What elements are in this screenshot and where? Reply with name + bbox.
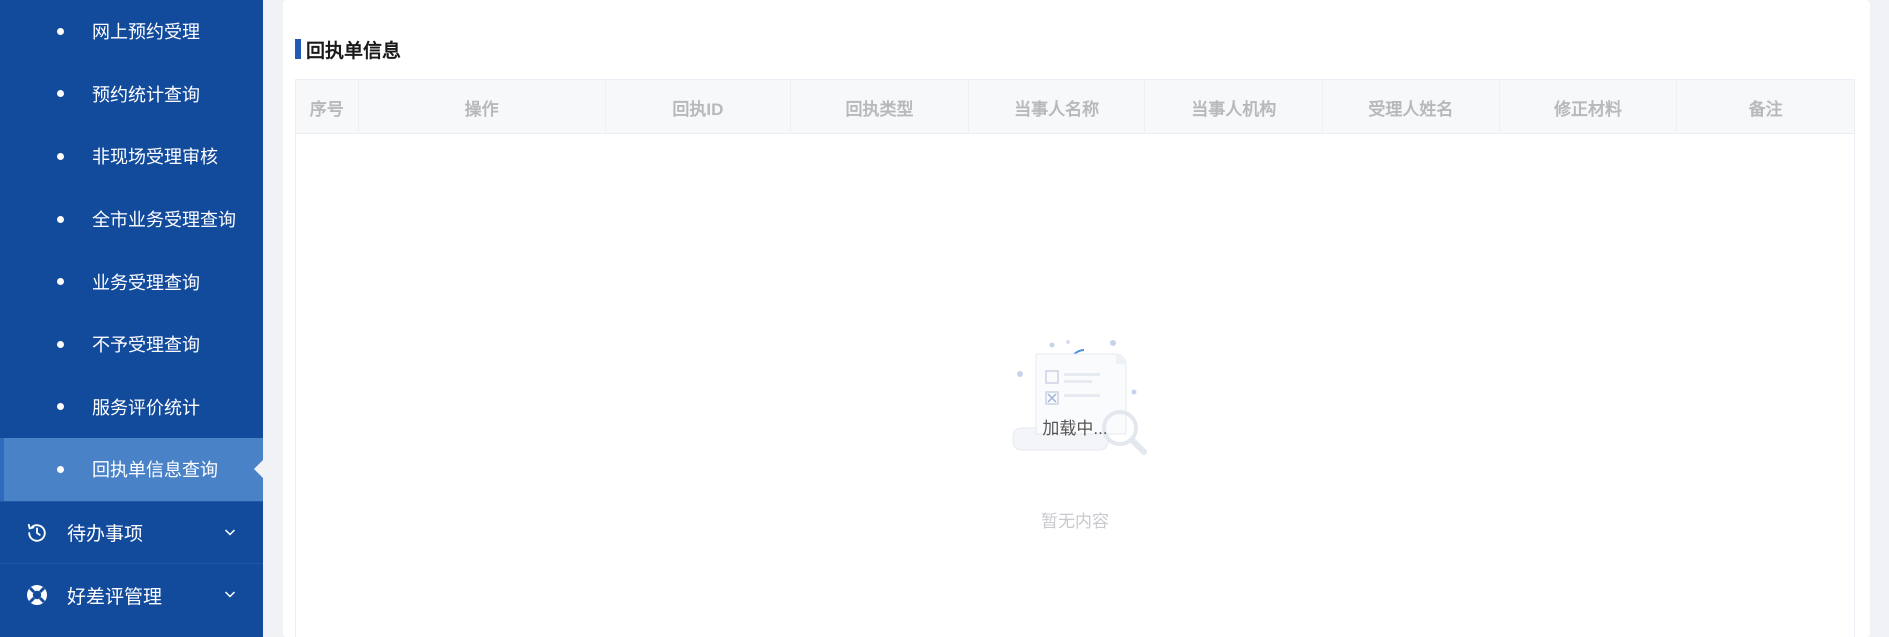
column-header-actions[interactable]: 操作: [359, 80, 606, 134]
sidebar-item-label: 全市业务受理查询: [92, 210, 236, 231]
clock-history-icon: [25, 521, 49, 545]
sidebar-item-label: 非现场受理审核: [92, 147, 218, 168]
active-indicator-caret: [254, 460, 263, 479]
bullet-dot: [57, 403, 64, 411]
sidebar: 网上预约受理 预约统计查询 非现场受理审核 全市业务受理查询 业务受理查询 不予…: [0, 0, 263, 637]
sidebar-item-label: 业务受理查询: [92, 272, 200, 293]
app-root: 网上预约受理 预约统计查询 非现场受理审核 全市业务受理查询 业务受理查询 不予…: [0, 0, 1889, 637]
sidebar-menu-rating-manage[interactable]: 好差评管理: [0, 563, 263, 626]
bullet-dot: [57, 152, 64, 160]
sidebar-item-online-booking[interactable]: 网上预约受理: [0, 0, 263, 63]
sidebar-item-label: 网上预约受理: [92, 22, 200, 43]
loading-text: 加载中...: [1042, 419, 1108, 438]
sidebar-item-rejected-query[interactable]: 不予受理查询: [0, 313, 263, 376]
sidebar-item-offsite-review[interactable]: 非现场受理审核: [0, 125, 263, 188]
sidebar-item-receipt-query[interactable]: 回执单信息查询: [0, 438, 263, 501]
sidebar-item-citywide-query[interactable]: 全市业务受理查询: [0, 188, 263, 251]
title-accent-bar: [295, 39, 301, 59]
sidebar-item-business-query[interactable]: 业务受理查询: [0, 250, 263, 313]
column-header-remarks[interactable]: 备注: [1677, 80, 1854, 134]
column-header-index[interactable]: 序号: [296, 80, 359, 134]
sidebar-menu-label: 好差评管理: [67, 586, 163, 608]
sidebar-item-label: 预约统计查询: [92, 84, 200, 105]
column-header-handler-name[interactable]: 受理人姓名: [1323, 80, 1500, 134]
chevron-down-icon: [224, 529, 236, 536]
lifebuoy-icon: [25, 583, 49, 607]
section-title: 回执单信息: [295, 38, 402, 62]
column-header-correction-material[interactable]: 修正材料: [1500, 80, 1678, 134]
table-header: 序号 操作 回执ID 回执类型 当事人名称 当事人机构 受理人姓名 修正材料 备…: [296, 80, 1854, 134]
empty-document-illustration: [1012, 340, 1147, 455]
bullet-dot: [57, 27, 64, 35]
main-panel: 回执单信息 序号 操作 回执ID 回执类型 当事人名称 当事人机构 受理人姓名 …: [283, 0, 1870, 637]
sidebar-item-label: 回执单信息查询: [92, 460, 218, 481]
section-title-text: 回执单信息: [306, 40, 402, 62]
bullet-dot: [57, 90, 64, 98]
chevron-down-icon: [224, 591, 236, 598]
bullet-dot: [57, 340, 64, 348]
column-header-party-org[interactable]: 当事人机构: [1145, 80, 1324, 134]
bullet-dot: [57, 465, 64, 473]
empty-text: 暂无内容: [1041, 512, 1109, 531]
sidebar-item-service-rating-stats[interactable]: 服务评价统计: [0, 376, 263, 439]
bullet-dot: [57, 215, 64, 223]
empty-state: 加载中... 暂无内容: [296, 326, 1854, 556]
sidebar-menu-label: 待办事项: [67, 524, 144, 546]
sidebar-menu-todo[interactable]: 待办事项: [0, 500, 263, 564]
receipt-table: 序号 操作 回执ID 回执类型 当事人名称 当事人机构 受理人姓名 修正材料 备…: [295, 79, 1855, 637]
sidebar-item-label: 不予受理查询: [92, 335, 200, 356]
column-header-receipt-id[interactable]: 回执ID: [606, 80, 792, 134]
sidebar-item-booking-stats[interactable]: 预约统计查询: [0, 63, 263, 126]
column-header-party-name[interactable]: 当事人名称: [969, 80, 1146, 134]
bullet-dot: [57, 278, 64, 286]
column-header-receipt-type[interactable]: 回执类型: [791, 80, 969, 134]
sidebar-item-label: 服务评价统计: [92, 397, 200, 418]
